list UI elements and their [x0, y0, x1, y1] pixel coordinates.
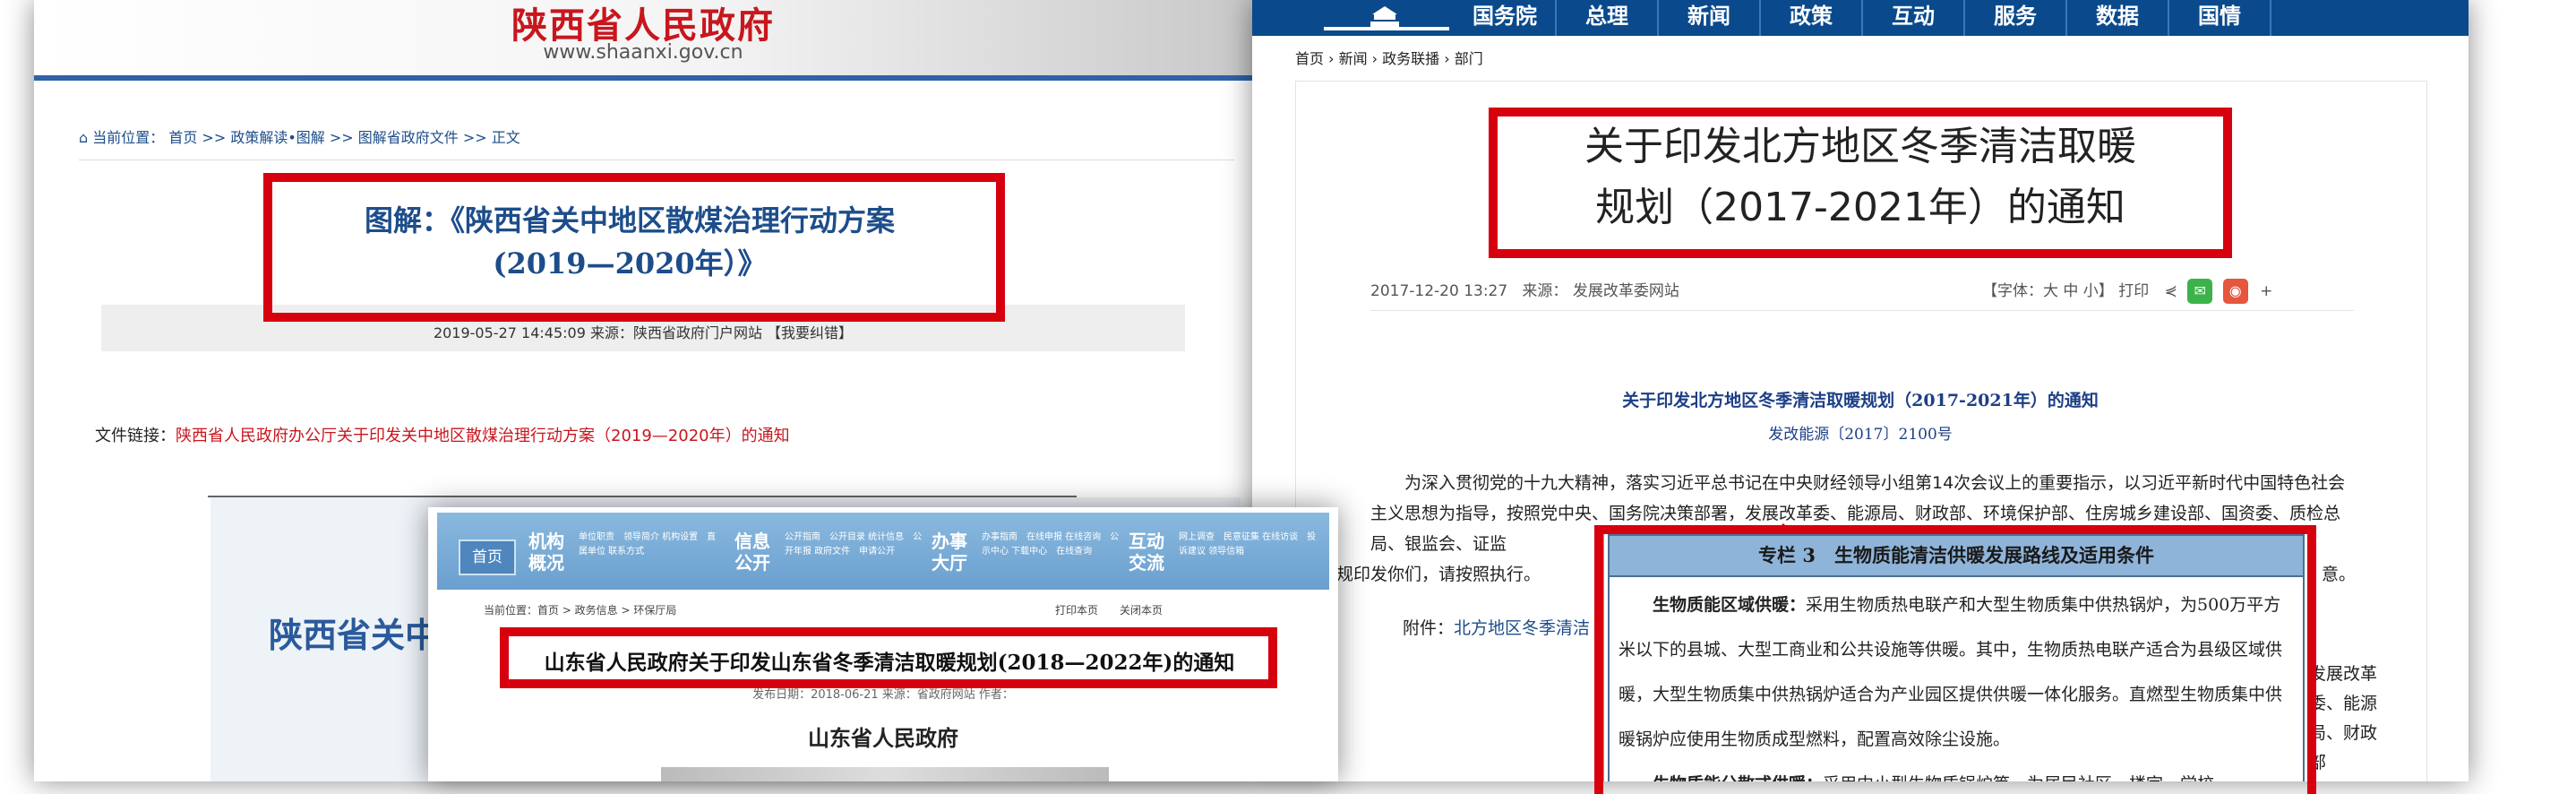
nav-item-hudong[interactable]: 互动	[1863, 0, 1965, 36]
site-url[interactable]: www.shaanxi.gov.cn	[34, 41, 1252, 64]
article-tools: 【字体：大 中 小】 打印 ⋞ ✉ ◉ +	[1982, 278, 2272, 304]
nav-item-guowuyuan[interactable]: 国务院	[1455, 0, 1557, 36]
breadcrumb-text[interactable]: 当前位置： 首页 >> 政策解读•图解 >> 图解省政府文件 >> 正文	[92, 129, 519, 146]
highlight-box	[500, 627, 1277, 688]
nav-group-links[interactable]: 网上调查 民意征集 在线访谈 投诉建议 领导信箱	[1179, 531, 1322, 559]
document-number: 发改能源〔2017〕2100号	[1768, 426, 1953, 444]
attachment-label: 附件：	[1403, 618, 1455, 638]
blurred-text-line	[661, 767, 1109, 781]
infographic-title: 陕西省关中	[269, 615, 440, 655]
shandong-page-screenshot: 首页 机构概况 单位职责 领导简介 机构设置 直属单位 联系方式 信息公开 公开指南…	[428, 507, 1338, 781]
article-meta: 2017-12-20 13:27 来源： 发展改革委网站	[1370, 278, 1679, 300]
banner-divider	[34, 75, 1252, 81]
nav-group-links[interactable]: 办事指南 在线申报 在线咨询 公示中心 下载中心 在线查询	[982, 531, 1125, 559]
breadcrumb[interactable]: ⌂ 当前位置： 首页 >> 政策解读•图解 >> 图解省政府文件 >> 正文	[79, 125, 520, 147]
nav-home-button[interactable]: 首页	[459, 539, 516, 575]
nav-group-title[interactable]: 办事大厅	[932, 531, 975, 574]
issuer-name: 山东省人民政府	[808, 725, 958, 751]
nav-item-zhengce[interactable]: 政策	[1761, 0, 1863, 36]
top-nav: 国务院 总理 新闻 政策 互动 服务 数据 国情	[1252, 0, 2469, 36]
font-size-and-print[interactable]: 【字体：大 中 小】 打印	[1982, 282, 2149, 300]
divider	[1370, 310, 2354, 311]
nav-group-title[interactable]: 机构概况	[528, 531, 571, 574]
wechat-icon[interactable]: ✉	[2187, 279, 2213, 304]
highlight-box	[1489, 108, 2232, 258]
document-title: 关于印发北方地区冬季清洁取暖规划（2017-2021年）的通知	[1622, 391, 2099, 410]
file-link-row: 文件链接：陕西省人民政府办公厅关于印发关中地区散煤治理行动方案（2019—202…	[95, 423, 790, 446]
paragraph-end: 规印发你们，请按照执行。	[1336, 565, 1541, 584]
home-icon: ⌂	[79, 129, 93, 146]
attachment-row: 附件：北方地区冬季清洁	[1403, 615, 1590, 639]
article-source: 来源： 发展改革委网站	[1522, 282, 1679, 300]
obscured-side-text: 发展改革委、能源局、财政部	[2309, 664, 2378, 772]
nav-item-zongli[interactable]: 总理	[1557, 0, 1659, 36]
nav-group-links[interactable]: 单位职责 领导简介 机构设置 直属单位 联系方式	[579, 531, 722, 559]
emblem-base	[1324, 27, 1449, 30]
more-icon[interactable]: +	[2260, 282, 2272, 300]
top-nav: 首页 机构概况 单位职责 领导简介 机构设置 直属单位 联系方式 信息公开 公开指南…	[437, 513, 1329, 590]
nav-group-title[interactable]: 信息公开	[734, 531, 777, 574]
nav-item-shuju[interactable]: 数据	[2067, 0, 2169, 36]
article-meta: 发布日期：2018-06-21 来源：省政府网站 作者：	[752, 688, 1014, 702]
article-meta: 2019-05-27 14:45:09 来源：陕西省政府门户网站 【我要纠错】	[433, 324, 854, 341]
breadcrumb[interactable]: 首页 › 新闻 › 政务联播 › 部门	[1295, 47, 1483, 68]
file-link[interactable]: 陕西省人民政府办公厅关于印发关中地区散煤治理行动方案（2019—2020年）的通…	[176, 427, 790, 445]
nav-group-links[interactable]: 公开指南 公开目录 统计信息 公开年报 政府文件 申请公开	[785, 531, 928, 559]
highlight-box	[263, 173, 1005, 322]
highlight-box	[1594, 525, 2316, 794]
nav-item-guoqing[interactable]: 国情	[2169, 0, 2271, 36]
publish-date: 2017-12-20 13:27	[1370, 282, 1508, 300]
share-icon[interactable]: ⋞	[2165, 282, 2177, 300]
breadcrumb[interactable]: 当前位置：首页 > 政务信息 > 环保厅局	[484, 602, 676, 617]
page-tools[interactable]: 打印本页 关闭本页	[1055, 602, 1163, 617]
nav-group-title[interactable]: 互动交流	[1129, 531, 1172, 574]
weibo-icon[interactable]: ◉	[2222, 279, 2248, 304]
attachment-link[interactable]: 北方地区冬季清洁	[1454, 618, 1590, 638]
nav-item-fuwu[interactable]: 服务	[1965, 0, 2067, 36]
nav-item-xinwen[interactable]: 新闻	[1659, 0, 1761, 36]
file-link-label: 文件链接：	[95, 427, 176, 445]
